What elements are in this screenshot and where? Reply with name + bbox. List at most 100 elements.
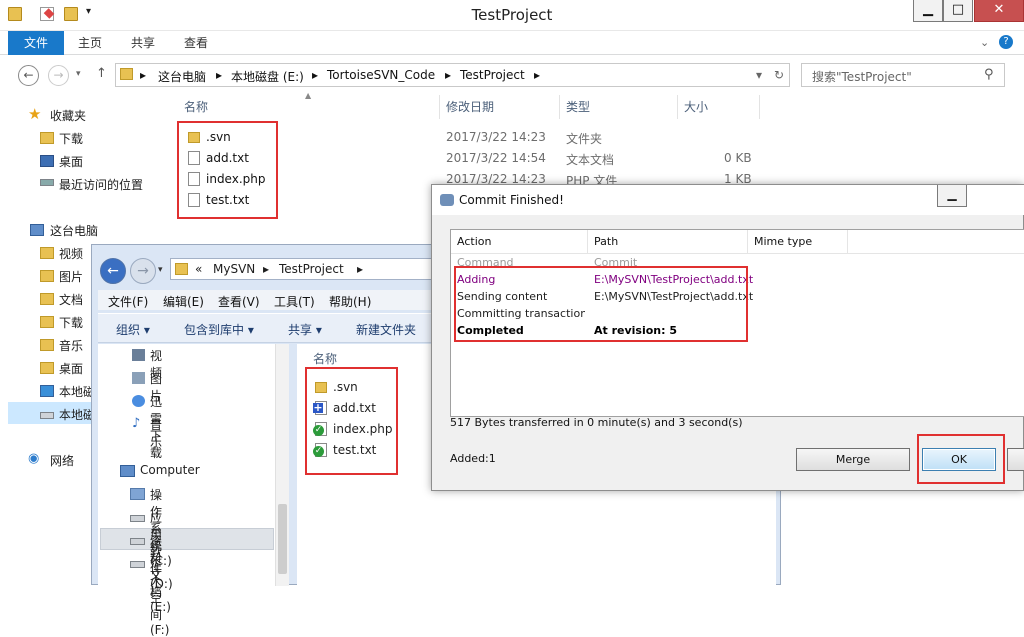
- breadcrumb-testproject[interactable]: TestProject: [279, 262, 344, 276]
- address-bar[interactable]: ▸ 这台电脑 ▸ 本地磁盘 (E:) ▸ TortoiseSVN_Code ▸ …: [115, 63, 790, 87]
- breadcrumb-testproject[interactable]: TestProject: [460, 68, 525, 82]
- back-arrow-icon[interactable]: ←: [18, 65, 39, 86]
- pictures-icon: [132, 372, 145, 384]
- videos-folder-icon: [40, 247, 54, 259]
- pictures-folder-icon: [40, 270, 54, 282]
- nav-desktop-2[interactable]: 桌面: [59, 360, 83, 377]
- scrollbar-thumb[interactable]: [278, 504, 287, 574]
- menu-view[interactable]: 查看(V): [218, 293, 260, 310]
- tab-view[interactable]: 查看: [184, 31, 208, 55]
- forward-arrow-icon[interactable]: →: [48, 65, 69, 86]
- search-placeholder: 搜索"TestProject": [812, 70, 912, 84]
- breadcrumb-this-pc[interactable]: 这台电脑: [158, 68, 206, 85]
- nav-music[interactable]: 音乐: [150, 416, 162, 450]
- nav-network[interactable]: 网络: [50, 452, 74, 469]
- dialog-title: Commit Finished!: [459, 193, 564, 207]
- tab-home[interactable]: 主页: [78, 31, 102, 55]
- nav-local-disk-2[interactable]: 本地磁: [59, 406, 95, 423]
- window-title: TestProject: [471, 6, 553, 24]
- tortoisesvn-icon: [440, 194, 454, 206]
- menu-help[interactable]: 帮助(H): [329, 293, 371, 310]
- breadcrumb-sep-icon: ▸: [534, 68, 541, 82]
- music-icon: ♪: [132, 416, 141, 431]
- column-name[interactable]: 名称: [178, 95, 440, 119]
- forward-arrow-icon[interactable]: →: [130, 258, 156, 284]
- maximize-button[interactable]: □: [943, 0, 973, 22]
- nav-videos[interactable]: 视频: [59, 245, 83, 262]
- back-arrow-icon[interactable]: ←: [100, 258, 126, 284]
- nav-recent[interactable]: 最近访问的位置: [59, 176, 143, 193]
- file-type: 文本文档: [566, 153, 615, 167]
- column-type[interactable]: 类型: [560, 95, 678, 119]
- recent-places-icon: [40, 179, 54, 186]
- minimize-button[interactable]: ▁: [937, 185, 967, 207]
- new-folder-button[interactable]: 新建文件夹: [356, 321, 416, 338]
- share-button[interactable]: 共享 ▾: [288, 321, 322, 338]
- column-date[interactable]: 修改日期: [440, 95, 560, 119]
- refresh-icon[interactable]: ↻: [774, 68, 784, 82]
- drive-d-icon: [130, 515, 145, 522]
- breadcrumb-sep-icon: ▸: [312, 68, 319, 82]
- nav-favorites[interactable]: 收藏夹: [50, 107, 86, 124]
- nav-local-disk-1[interactable]: 本地磁: [59, 383, 95, 400]
- cancel-button-partial[interactable]: [1007, 448, 1024, 471]
- include-in-library-button[interactable]: 包含到库中 ▾: [184, 321, 254, 338]
- highlight-box: [177, 121, 278, 219]
- column-action[interactable]: Action: [451, 230, 588, 254]
- drive-f-icon: [130, 561, 145, 568]
- nav-desktop[interactable]: 桌面: [59, 153, 83, 170]
- folder-icon: [175, 263, 188, 275]
- breadcrumb-mysvn[interactable]: MySVN: [213, 262, 255, 276]
- column-path[interactable]: Path: [588, 230, 748, 254]
- nav-downloads[interactable]: 下载: [59, 130, 83, 147]
- ribbon-expand-icon[interactable]: ⌄: [980, 36, 989, 49]
- nav-drive-f[interactable]: 个人空间 (F:): [150, 555, 169, 637]
- commit-log-list[interactable]: Action Path Mime type Command Commit Add…: [450, 229, 1024, 417]
- nav-downloads-2[interactable]: 下载: [59, 314, 83, 331]
- desktop-folder-icon: [40, 362, 54, 374]
- highlight-box: [305, 367, 398, 475]
- breadcrumb-disk-e[interactable]: 本地磁盘 (E:): [231, 68, 304, 85]
- thunder-download-icon: [132, 395, 145, 407]
- breadcrumb-overflow[interactable]: «: [195, 262, 202, 276]
- address-dropdown-icon[interactable]: ▾: [756, 68, 762, 82]
- close-button[interactable]: ✕: [974, 0, 1024, 22]
- breadcrumb-svn-code[interactable]: TortoiseSVN_Code: [327, 68, 435, 82]
- commit-finished-dialog: Commit Finished! ▁ Action Path Mime type…: [431, 184, 1024, 491]
- breadcrumb-sep-icon: ▸: [140, 68, 147, 82]
- search-input[interactable]: 搜索"TestProject" ⚲: [801, 63, 1005, 87]
- title-bar: ▾ TestProject ▁ □ ✕: [0, 0, 1024, 31]
- network-icon: ◉: [28, 451, 40, 466]
- column-name[interactable]: 名称: [313, 350, 337, 367]
- nav-documents[interactable]: 文档: [59, 291, 83, 308]
- merge-button[interactable]: Merge: [796, 448, 910, 471]
- highlight-box: [917, 434, 1005, 484]
- minimize-button[interactable]: ▁: [913, 0, 943, 22]
- column-size[interactable]: 大小: [678, 95, 760, 119]
- nav-this-pc[interactable]: 这台电脑: [50, 222, 98, 239]
- favorites-star-icon: ★: [28, 105, 42, 123]
- nav-scrollbar[interactable]: [275, 344, 289, 586]
- column-mime-type[interactable]: Mime type: [748, 230, 848, 254]
- up-arrow-icon[interactable]: ↑: [96, 66, 107, 81]
- disk-e-icon: [40, 412, 54, 419]
- recent-dropdown-icon[interactable]: ▾: [76, 69, 81, 79]
- menu-tools[interactable]: 工具(T): [274, 293, 315, 310]
- menu-file[interactable]: 文件(F): [108, 293, 148, 310]
- downloads-folder-icon: [40, 316, 54, 328]
- folder-icon: [120, 68, 133, 80]
- nav-music[interactable]: 音乐: [59, 337, 83, 354]
- tab-share[interactable]: 共享: [131, 31, 155, 55]
- ribbon-tabs: 文件 主页 共享 查看 ⌄ ?: [0, 31, 1024, 55]
- recent-dropdown-icon[interactable]: ▾: [158, 265, 163, 275]
- tab-file[interactable]: 文件: [8, 31, 64, 55]
- organize-button[interactable]: 组织 ▾: [116, 321, 150, 338]
- drive-e-icon: [130, 538, 145, 545]
- nav-computer[interactable]: Computer: [140, 463, 200, 477]
- nav-pictures[interactable]: 图片: [59, 268, 83, 285]
- help-icon[interactable]: ?: [999, 35, 1013, 49]
- search-icon[interactable]: ⚲: [984, 67, 994, 82]
- highlight-box: [454, 266, 748, 342]
- breadcrumb-sep-icon: ▸: [357, 262, 364, 276]
- menu-edit[interactable]: 编辑(E): [163, 293, 204, 310]
